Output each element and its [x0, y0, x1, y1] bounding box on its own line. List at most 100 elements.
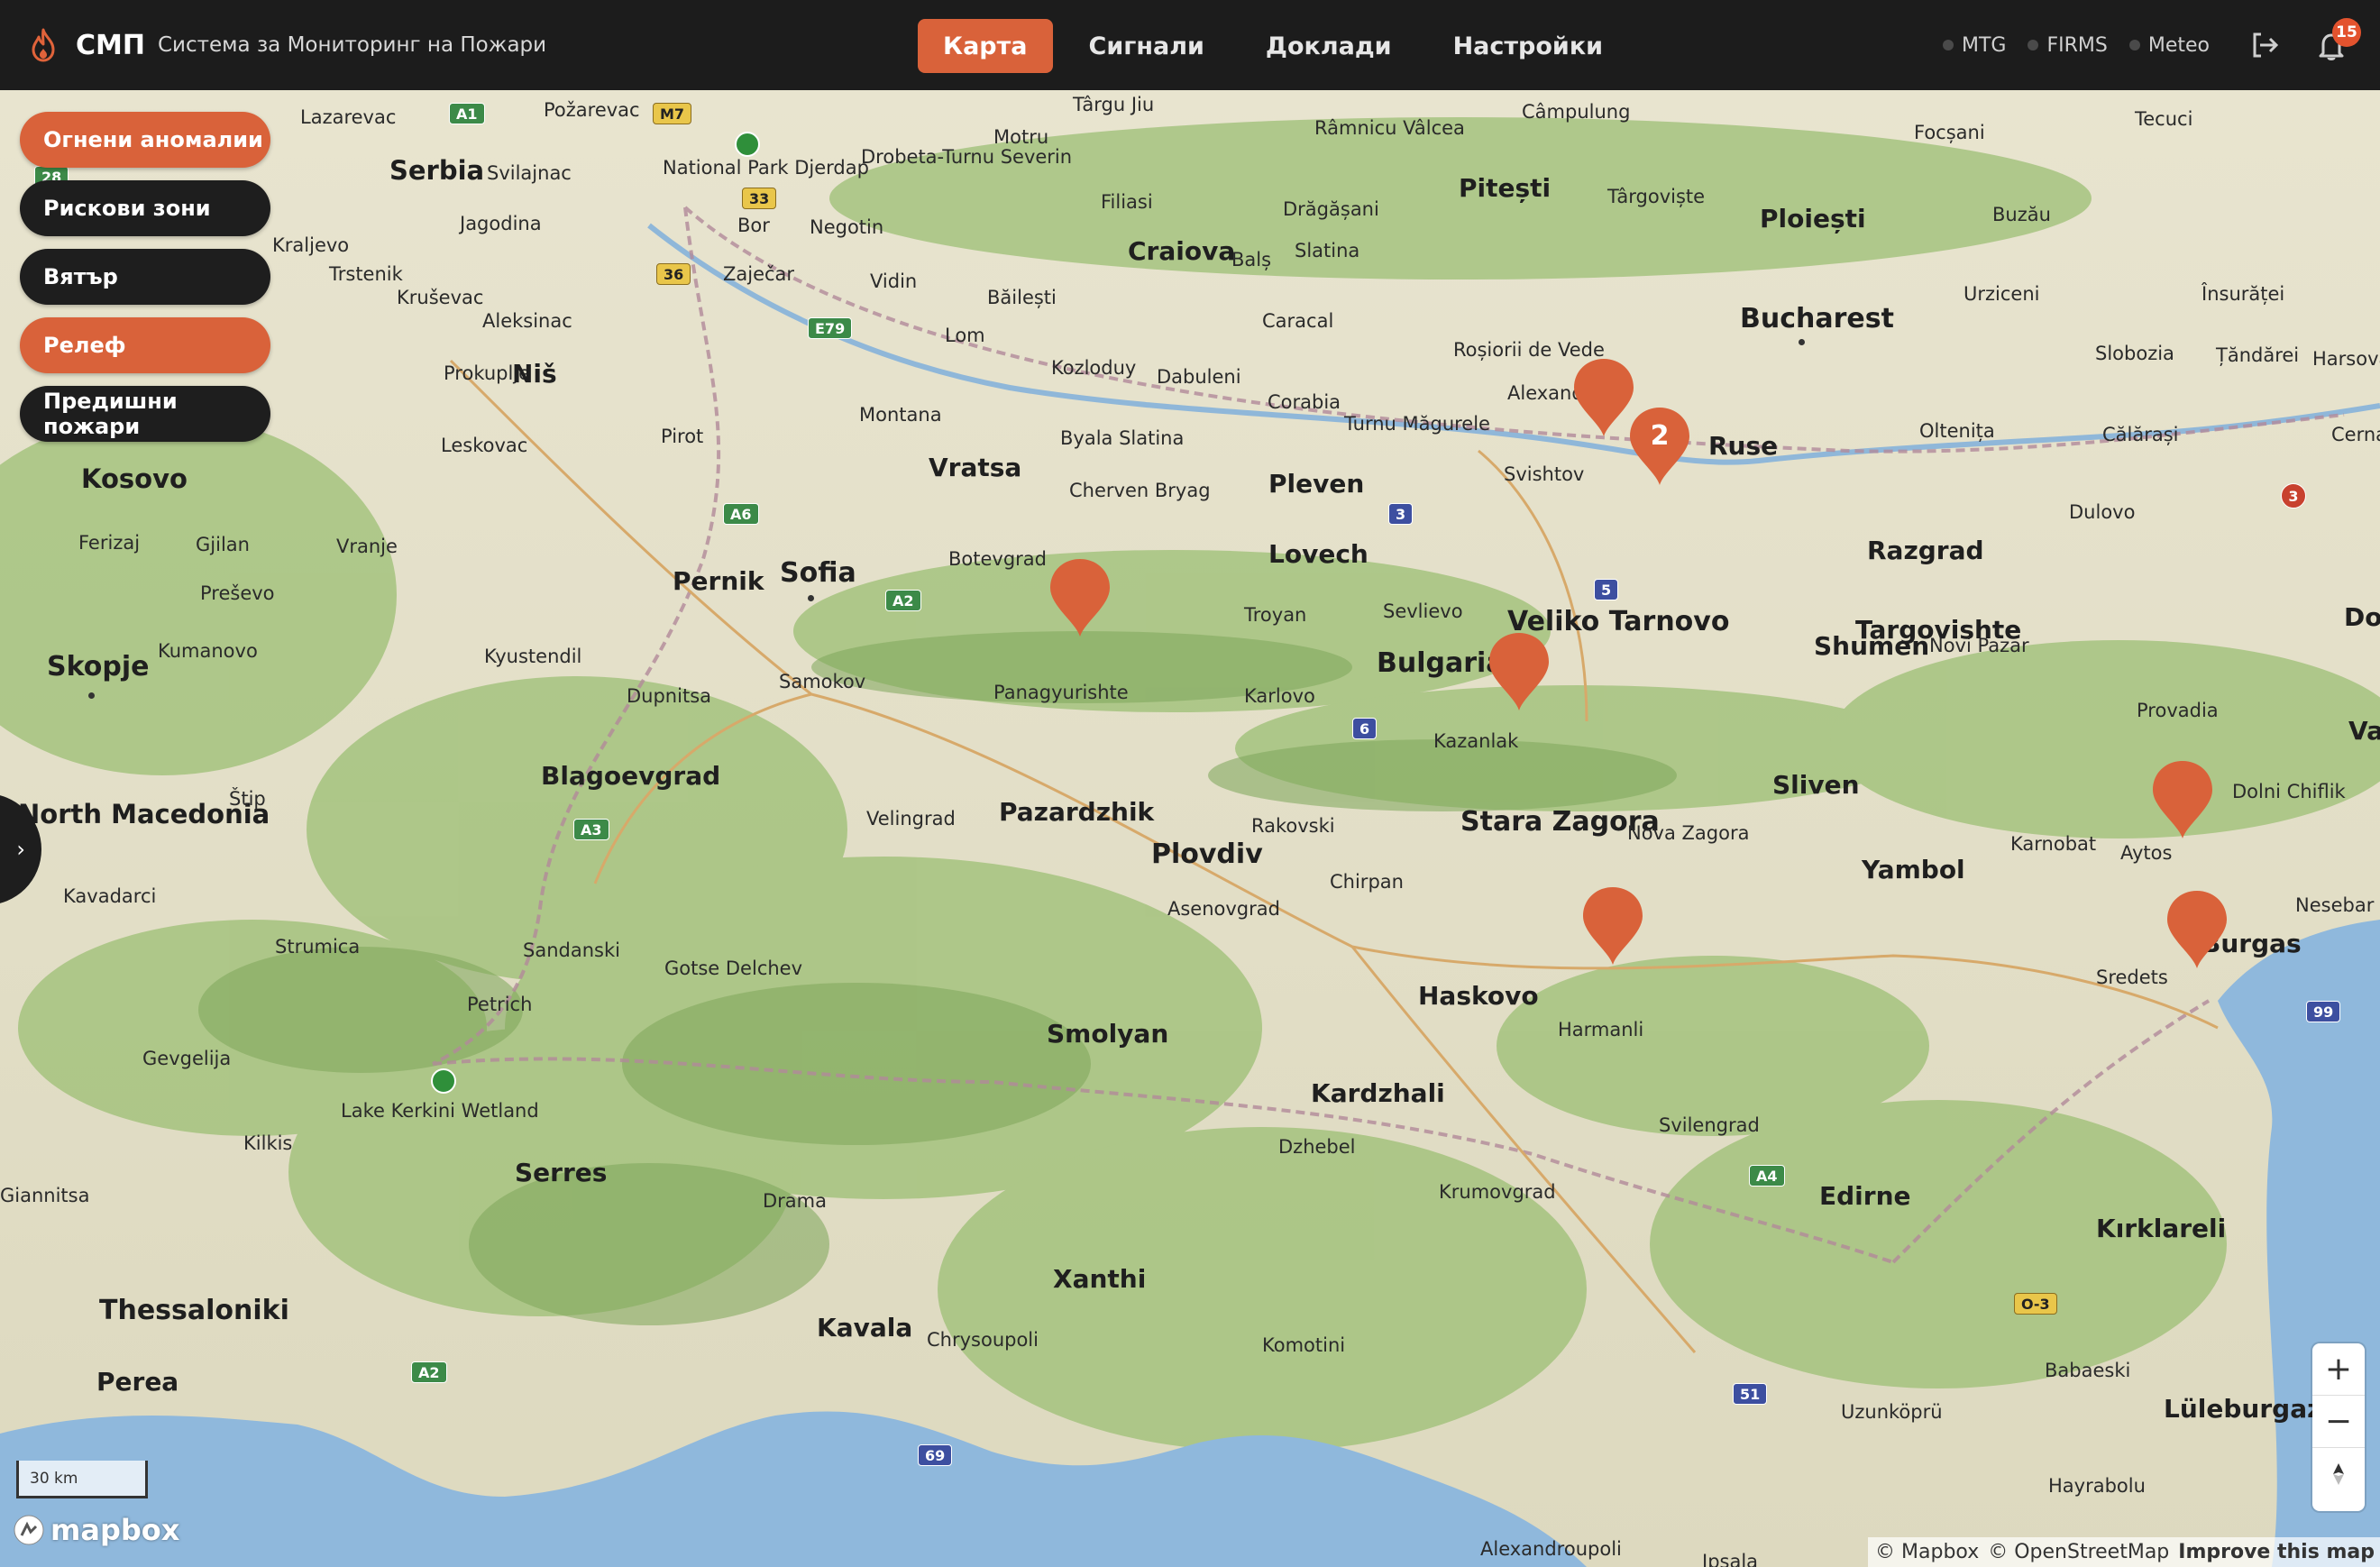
map-terrain: [0, 90, 2380, 1567]
map-label: Drama: [763, 1190, 827, 1212]
map-label: Giannitsa: [0, 1185, 90, 1206]
map-label: Karnobat: [2010, 833, 2097, 855]
map-label: Kruševac: [397, 287, 484, 308]
map-label: Panagyurishte: [993, 682, 1129, 703]
map-label: Cherven Bryag: [1069, 480, 1211, 501]
map-label: Kardzhali: [1311, 1078, 1445, 1108]
layer-relief-button[interactable]: Релеф: [20, 317, 270, 373]
map-label: Vranje: [336, 536, 398, 557]
fire-marker[interactable]: [2151, 759, 2214, 840]
map-label: Pernik: [673, 566, 764, 596]
status-dot: [2128, 40, 2140, 50]
map-label: Aytos: [2120, 842, 2173, 864]
map-label: Vidin: [870, 270, 918, 292]
map-label: Kavadarci: [63, 885, 157, 907]
map-label: Petrich: [467, 994, 533, 1015]
zoom-in-button[interactable]: +: [2312, 1343, 2365, 1396]
capital-dot: [808, 595, 814, 601]
map-attribution: © Mapbox © OpenStreetMap Improve this ma…: [1868, 1537, 2380, 1567]
tab-signals[interactable]: Сигнали: [1064, 19, 1230, 73]
map-label: Varna: [2348, 716, 2380, 746]
road-shield: 33: [742, 188, 777, 209]
map-label: Bor: [737, 215, 770, 236]
brand[interactable]: СМП Система за Мониторинг на Пожари: [27, 0, 546, 90]
map-label: Hayrabolu: [2048, 1475, 2146, 1497]
map-label: Kırklareli: [2096, 1214, 2227, 1243]
map-label: Lazarevac: [300, 106, 397, 128]
map-label: Băilești: [987, 287, 1057, 308]
map-label: Samokov: [779, 671, 866, 692]
map-label: Botevgrad: [948, 548, 1047, 570]
improve-map-link[interactable]: Improve this map: [2178, 1541, 2375, 1563]
map-label: Velingrad: [866, 808, 956, 829]
map-label: Balș: [1231, 249, 1272, 270]
map-label: Edirne: [1819, 1181, 1911, 1211]
brand-short: СМП: [76, 29, 145, 61]
map-label: Tecuci: [2135, 108, 2193, 130]
map-label: Blagoevgrad: [541, 761, 721, 791]
road-shield: A4: [1749, 1165, 1785, 1187]
zoom-out-button[interactable]: −: [2312, 1396, 2365, 1448]
map-label: Karlovo: [1244, 685, 1315, 707]
mapbox-logo-icon: [14, 1515, 44, 1545]
fire-marker[interactable]: [1488, 631, 1551, 712]
map-label: Sredets: [2096, 967, 2168, 988]
fire-marker[interactable]: [1572, 357, 1635, 438]
source-status-group: MTG FIRMS Meteo: [1943, 0, 2210, 90]
map-label: Pleven: [1268, 469, 1365, 499]
map-label: Montana: [859, 404, 942, 426]
map-label: Ipsala: [1702, 1551, 1759, 1567]
map-label: Pazardzhik: [999, 797, 1155, 827]
road-shield: A6: [723, 503, 759, 525]
logout-icon[interactable]: [2248, 29, 2281, 61]
source-status-mtg: MTG: [1943, 34, 2006, 57]
map-label: Oltenița: [1919, 420, 1995, 442]
mapbox-logo[interactable]: mapbox: [13, 1513, 179, 1547]
map-label: Lom: [945, 325, 985, 346]
osm-credit-link[interactable]: © OpenStreetMap: [1988, 1541, 2169, 1563]
map-label: Niš: [512, 359, 557, 389]
map-label: Skopje: [47, 651, 150, 683]
tab-settings[interactable]: Настройки: [1428, 19, 1629, 73]
map-label: Însurăței: [2202, 283, 2285, 305]
map-label: Požarevac: [544, 99, 640, 121]
map-label: Svilengrad: [1659, 1114, 1760, 1136]
fire-marker[interactable]: [2165, 889, 2229, 970]
map-label: Provadia: [2137, 700, 2219, 721]
compass-button[interactable]: [2312, 1448, 2365, 1500]
map-label: Leskovac: [441, 435, 528, 456]
fire-cluster-marker[interactable]: 2: [1628, 406, 1691, 487]
map-label: Negotin: [810, 216, 884, 238]
map-label: Corabia: [1268, 391, 1341, 413]
map-label: Nova Zagora: [1627, 822, 1750, 844]
map-label: Dabuleni: [1157, 366, 1241, 388]
tab-reports[interactable]: Доклади: [1240, 19, 1417, 73]
notification-badge: 15: [2332, 18, 2361, 47]
status-dot: [2028, 40, 2039, 50]
map-label: Babaeski: [2045, 1360, 2131, 1381]
map-label: Asenovgrad: [1167, 898, 1280, 920]
map-label: Komotini: [1262, 1334, 1346, 1356]
tab-map[interactable]: Карта: [918, 19, 1053, 73]
fire-marker[interactable]: [1048, 557, 1112, 638]
layer-past-fires-button[interactable]: Предишни пожари: [20, 386, 270, 442]
map-label: Urziceni: [1964, 283, 2040, 305]
map-label: Țăndărei: [2216, 344, 2300, 366]
map-label: Štip: [229, 788, 266, 810]
layer-risk-zones-button[interactable]: Рискови зони: [20, 180, 270, 236]
map-label: Dzhebel: [1278, 1136, 1356, 1158]
map-label: Pitești: [1459, 173, 1552, 203]
map-label: Râmnicu Vâlcea: [1314, 117, 1465, 139]
zoom-controls: + −: [2312, 1343, 2365, 1511]
scale-bar: 30 km: [16, 1461, 148, 1498]
fire-marker[interactable]: [1581, 885, 1644, 967]
map-label: Drăgășani: [1283, 198, 1379, 220]
map-label: Slatina: [1295, 240, 1360, 261]
map-canvas[interactable]: Serbia Kosovo Bulgaria North Macedonia S…: [0, 90, 2380, 1567]
layer-wind-button[interactable]: Вятър: [20, 249, 270, 305]
layer-fire-anomalies-button[interactable]: Огнени аномалии: [20, 112, 270, 168]
map-label: Gevgelija: [142, 1048, 232, 1069]
map-label: Câmpulung: [1522, 101, 1631, 123]
map-label: Nesebar: [2295, 894, 2375, 916]
mapbox-credit-link[interactable]: © Mapbox: [1875, 1541, 1979, 1563]
